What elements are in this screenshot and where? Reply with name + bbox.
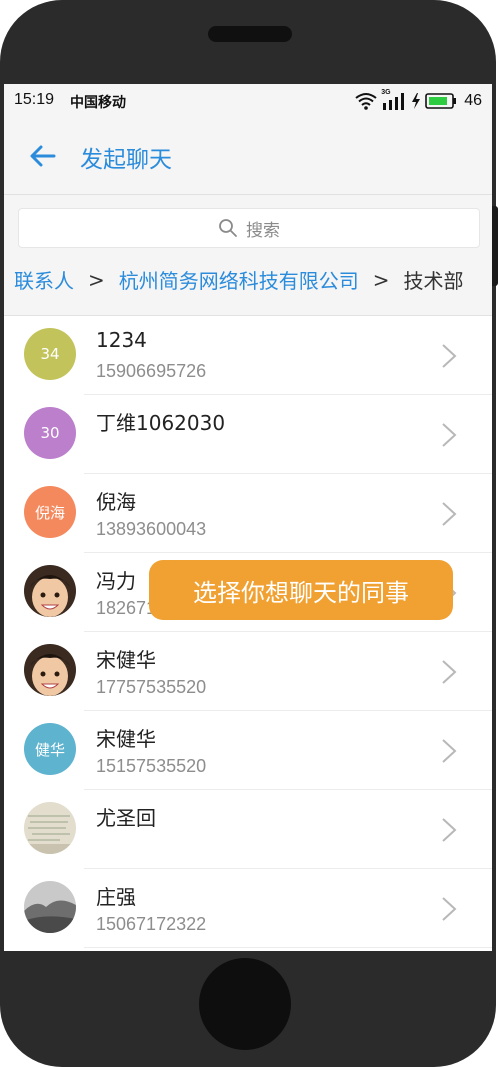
- breadcrumb: 联系人 > 杭州简务网络科技有限公司 > 技术部: [14, 265, 464, 294]
- chevron-right-icon: [442, 739, 457, 763]
- breadcrumb-contacts[interactable]: 联系人: [14, 265, 74, 294]
- breadcrumb-separator: >: [372, 267, 390, 292]
- search-placeholder: 搜索: [246, 220, 280, 241]
- contact-phone: 15157535520: [96, 756, 207, 776]
- contact-phone: 15906695726: [96, 361, 207, 381]
- battery-icon: [425, 93, 457, 109]
- contact-row[interactable]: 30 丁维1062030: [4, 395, 492, 474]
- phone-frame: 15:19 中国移动 3G 46 发起聊天 搜索 联系人 > 杭州简务网络科技有…: [0, 0, 498, 1067]
- chevron-right-icon: [442, 897, 457, 921]
- speaker-grille: [208, 26, 292, 42]
- contact-phone: 17757535520: [96, 677, 207, 697]
- contact-row[interactable]: 倪海 倪海 13893600043: [4, 474, 492, 553]
- contact-name: 宋健华: [96, 648, 156, 672]
- page-title: 发起聊天: [80, 147, 172, 173]
- document-photo-icon: [24, 802, 76, 854]
- chevron-right-icon: [442, 818, 457, 842]
- side-button: [492, 206, 498, 286]
- contact-name: 庄强: [96, 885, 136, 909]
- chevron-right-icon: [442, 423, 457, 447]
- avatar-photo: [24, 565, 76, 617]
- battery-percent: 46: [464, 92, 482, 109]
- avatar-initials: 倪海: [34, 503, 65, 522]
- avatar-initials: 健华: [34, 740, 65, 759]
- chevron-right-icon: [442, 502, 457, 526]
- contact-name: 宋健华: [96, 727, 156, 751]
- breadcrumb-department: 技术部: [403, 269, 464, 293]
- avatar: 30: [24, 407, 76, 459]
- contact-row[interactable]: 34 1234 15906695726: [4, 316, 492, 395]
- status-carrier: 中国移动: [70, 95, 126, 111]
- avatar-photo: [24, 881, 76, 933]
- status-icons: 3G 46: [355, 89, 482, 112]
- avatar: 34: [24, 328, 76, 380]
- search-input[interactable]: 搜索: [18, 208, 480, 248]
- app-bar: 发起聊天: [4, 118, 492, 195]
- contact-row[interactable]: 尤圣回: [4, 790, 492, 869]
- contact-name: 1234: [96, 328, 147, 352]
- signal-3g-icon: 3G: [381, 89, 407, 111]
- status-bar: 15:19 中国移动 3G 46: [4, 84, 492, 118]
- wifi-icon: [355, 93, 377, 110]
- toast-message: 选择你想聊天的同事: [149, 560, 453, 620]
- avatar-photo: [24, 644, 76, 696]
- breadcrumb-company[interactable]: 杭州简务网络科技有限公司: [119, 265, 359, 294]
- screen: 15:19 中国移动 3G 46 发起聊天 搜索 联系人 > 杭州简务网络科技有…: [4, 84, 492, 951]
- child-photo-icon: [24, 644, 76, 696]
- landscape-photo-icon: [24, 881, 76, 933]
- avatar-initials: 34: [40, 345, 60, 363]
- home-button[interactable]: [199, 958, 291, 1050]
- avatar-initials: 30: [40, 424, 60, 442]
- contact-name: 尤圣回: [96, 806, 156, 830]
- contact-phone: 15067172322: [96, 914, 207, 934]
- contact-phone: 13893600043: [96, 519, 207, 539]
- chevron-right-icon: [442, 344, 457, 368]
- status-time: 15:19: [14, 91, 55, 108]
- avatar: 健华: [24, 723, 76, 775]
- avatar: 倪海: [24, 486, 76, 538]
- search-area: 搜索 联系人 > 杭州简务网络科技有限公司 > 技术部: [4, 195, 492, 316]
- search-icon: [219, 219, 237, 237]
- contact-name: 冯力: [96, 569, 136, 593]
- contact-name: 丁维1062030: [96, 411, 226, 435]
- contact-list: 34 1234 15906695726 30 丁维1062030 倪海 倪海 1…: [4, 316, 492, 948]
- charging-icon: [412, 93, 421, 109]
- breadcrumb-separator: >: [88, 267, 105, 292]
- contact-name: 倪海: [96, 490, 136, 514]
- contact-row[interactable]: 宋健华 17757535520: [4, 632, 492, 711]
- chevron-right-icon: [442, 660, 457, 684]
- contact-row[interactable]: 健华 宋健华 15157535520: [4, 711, 492, 790]
- back-arrow-icon[interactable]: [28, 142, 58, 170]
- contact-row[interactable]: 庄强 15067172322: [4, 869, 492, 948]
- child-photo-icon: [24, 565, 76, 617]
- avatar-photo: [24, 802, 76, 854]
